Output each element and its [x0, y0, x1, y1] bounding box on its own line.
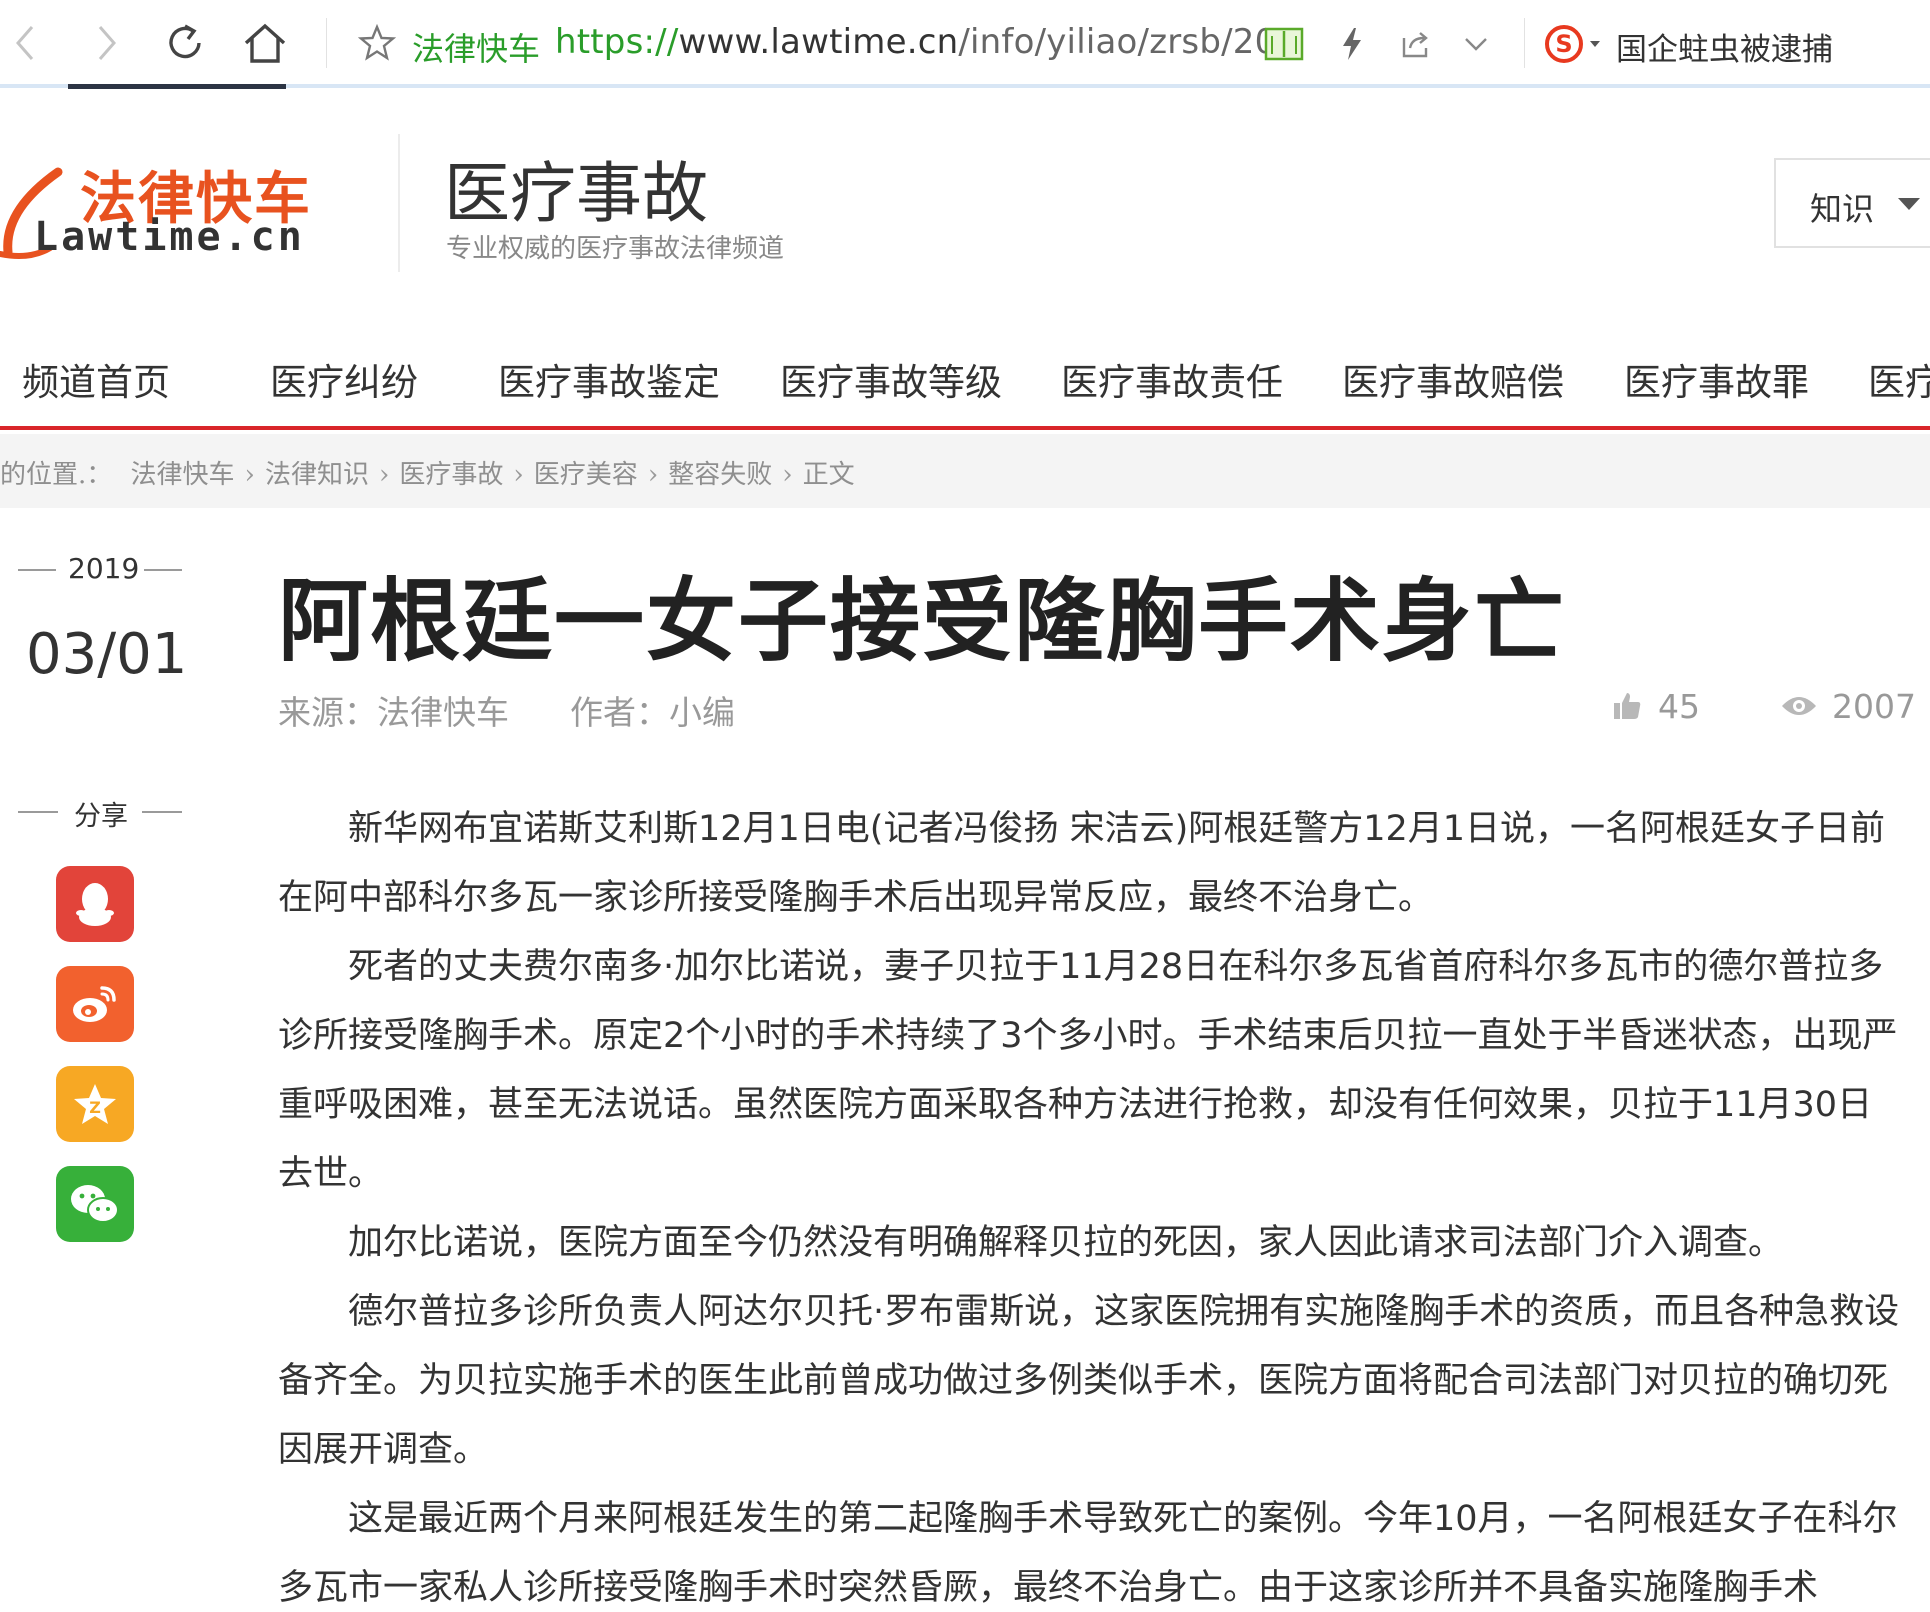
article-paragraph: 这是最近两个月来阿根廷发生的第二起隆胸手术导致死亡的案例。今年10月，一名阿根廷… — [278, 1499, 1898, 1608]
lightning-icon — [1343, 28, 1361, 60]
toolbar-divider-2 — [1524, 18, 1525, 68]
like-count: 45 — [1658, 686, 1700, 726]
toolbar-divider — [326, 18, 327, 68]
article-title: 阿根廷一女子接受隆胸手术身亡 — [278, 569, 1566, 674]
svg-text:Z: Z — [89, 1098, 101, 1117]
breadcrumb-separator: › — [378, 460, 390, 490]
qq-icon — [76, 883, 114, 926]
chevron-left-icon — [16, 26, 34, 60]
article-paragraph: 德尔普拉多诊所负责人阿达尔贝托·罗布雷斯说，这家医院拥有实施隆胸手术的资质，而且… — [278, 1292, 1900, 1470]
site-name-label: 法律快车 — [412, 30, 541, 68]
publish-year: 2019 — [68, 552, 140, 585]
divider-line — [18, 569, 56, 571]
channel-title: 医疗事故 — [444, 155, 708, 232]
nav-item-grade[interactable]: 医疗事故等级 — [780, 352, 1002, 406]
search-hot-word[interactable]: 国企蛀虫被逮捕 — [1616, 24, 1833, 69]
channel-subtitle: 专业权威的医疗事故法律频道 — [446, 234, 785, 264]
breadcrumb-item[interactable]: 整容失败 — [668, 460, 772, 490]
like-button[interactable]: 45 — [1612, 684, 1700, 728]
nav-item-disputes[interactable]: 医疗纠纷 — [270, 352, 418, 406]
nav-item-crime[interactable]: 医疗事故罪 — [1624, 352, 1809, 406]
search-type-select[interactable]: 知识 — [1774, 158, 1930, 248]
breadcrumb-current: 正文 — [802, 460, 855, 490]
toolbar-bottom-border — [0, 84, 1930, 88]
weibo-icon — [73, 986, 116, 1022]
caret-down-icon — [1898, 198, 1920, 210]
breadcrumb-item[interactable]: 法律知识 — [265, 460, 369, 490]
url-path: /info/yiliao/zrsb/201 — [958, 22, 1299, 62]
reader-mode-button[interactable] — [1262, 22, 1306, 66]
breadcrumb-prefix: 的位置.： — [0, 460, 113, 490]
share-label: 分享 — [74, 801, 128, 832]
thumbs-up-icon — [1614, 693, 1641, 719]
article-body: 新华网布宜诺斯艾利斯12月1日电(记者冯俊扬 宋洁云)阿根廷警方12月1日说，一… — [278, 795, 1902, 1612]
reload-icon — [169, 24, 201, 59]
url-scheme: https:// — [555, 22, 679, 62]
site-logo[interactable]: 法律快车 Lawtime.cn — [0, 150, 350, 260]
sogou-icon: S — [1545, 25, 1600, 63]
bookmark-button[interactable] — [352, 18, 402, 68]
view-count: 2007 — [1832, 686, 1916, 726]
article-paragraph: 死者的丈夫费尔南多·加尔比诺说，妻子贝拉于11月28日在科尔多瓦省首府科尔多瓦市… — [278, 947, 1898, 1194]
address-bar[interactable]: https://www.lawtime.cn/info/yiliao/zrsb/… — [555, 22, 1298, 62]
nav-item-liability[interactable]: 医疗事故责任 — [1061, 352, 1283, 406]
wechat-icon — [71, 1185, 119, 1223]
chevron-right-icon — [98, 26, 116, 60]
article-paragraph: 新华网布宜诺斯艾利斯12月1日电(记者冯俊扬 宋洁云)阿根廷警方12月1日说，一… — [278, 809, 1886, 918]
breadcrumb-separator: › — [513, 460, 524, 490]
publish-month-day: 03/01 — [26, 622, 188, 687]
logo-english-text: Lawtime.cn — [34, 214, 305, 260]
article-source: 来源：法律快车 — [278, 693, 509, 732]
nav-item-more[interactable]: 医疗 — [1868, 352, 1930, 406]
article-paragraph: 加尔比诺说，医院方面至今仍然没有明确解释贝拉的死因，家人因此请求司法部门介入调查… — [348, 1223, 1784, 1263]
divider-line — [142, 811, 182, 813]
nav-item-appraisal[interactable]: 医疗事故鉴定 — [498, 352, 720, 406]
book-icon — [1264, 27, 1304, 61]
eye-icon — [1782, 697, 1816, 715]
nav-item-compensation[interactable]: 医疗事故赔偿 — [1342, 352, 1564, 406]
more-dropdown-button[interactable] — [1454, 22, 1498, 66]
header-divider — [398, 134, 400, 272]
breadcrumb-separator: › — [782, 460, 793, 490]
breadcrumb-bar: 的位置.： 法律快车 › 法律知识 › 医疗事故 › 医疗美容 › 整容失败 › 正文 — [0, 434, 1930, 508]
breadcrumb-item[interactable]: 医疗美容 — [534, 460, 638, 490]
forward-button[interactable] — [82, 18, 132, 68]
qzone-share-button[interactable]: Z — [56, 1066, 134, 1142]
view-counter: 2007 — [1780, 684, 1916, 728]
search-type-label: 知识 — [1810, 190, 1875, 228]
home-button[interactable] — [240, 18, 290, 68]
search-engine-switch[interactable]: S — [1540, 22, 1610, 66]
qzone-star-icon: Z — [74, 1084, 116, 1124]
star-icon — [358, 24, 396, 61]
breadcrumb-separator: › — [647, 460, 659, 490]
article-author: 作者：小编 — [570, 693, 735, 732]
divider-line — [144, 569, 182, 571]
share-header: 分享 — [18, 794, 184, 832]
publish-year-row: 2019 — [18, 552, 184, 586]
qq-share-button[interactable] — [56, 866, 134, 942]
home-icon — [244, 23, 286, 63]
share-icon — [1402, 32, 1428, 58]
accelerate-button[interactable] — [1330, 22, 1374, 66]
page-top-strip — [68, 84, 286, 89]
nav-item-home[interactable]: 频道首页 — [22, 352, 170, 406]
breadcrumb: 的位置.： 法律快车 › 法律知识 › 医疗事故 › 医疗美容 › 整容失败 › 正文 — [0, 454, 855, 491]
url-host: www.lawtime.cn — [678, 22, 959, 62]
chevron-down-icon — [1465, 38, 1487, 51]
weibo-share-button[interactable] — [56, 966, 134, 1042]
reload-button[interactable] — [160, 18, 210, 68]
share-page-button[interactable] — [1394, 22, 1438, 66]
main-nav: 频道首页 医疗纠纷 医疗事故鉴定 医疗事故等级 医疗事故责任 医疗事故赔偿 医疗… — [0, 340, 1930, 430]
breadcrumb-item[interactable]: 法律快车 — [131, 460, 235, 490]
back-button[interactable] — [0, 18, 50, 68]
browser-toolbar: 法律快车 https://www.lawtime.cn/info/yiliao/… — [0, 0, 1930, 89]
svg-text:S: S — [1555, 30, 1572, 58]
breadcrumb-item[interactable]: 医疗事故 — [399, 460, 503, 490]
breadcrumb-separator: › — [244, 460, 255, 490]
wechat-share-button[interactable] — [56, 1166, 134, 1242]
divider-line — [18, 811, 58, 813]
